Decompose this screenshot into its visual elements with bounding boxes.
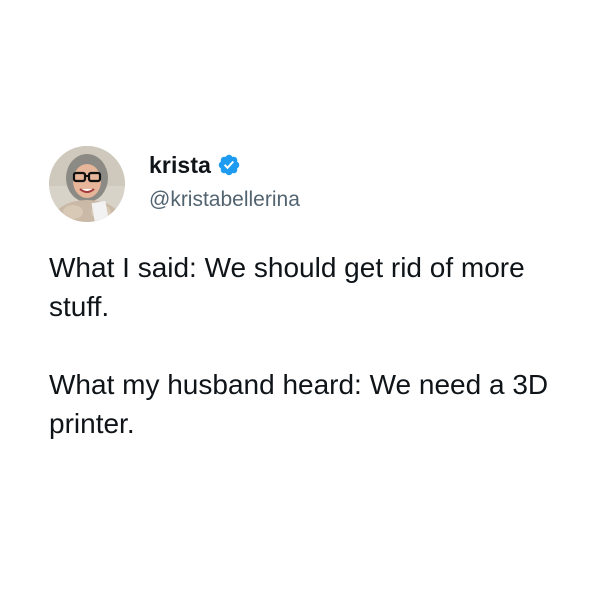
tweet-paragraph: What my husband heard: We need a 3D prin…: [49, 369, 549, 439]
profile-photo: [49, 146, 125, 222]
handle[interactable]: @kristabellerina: [149, 188, 300, 212]
display-name[interactable]: krista: [149, 152, 211, 179]
tweet-text: What I said: We should get rid of more s…: [49, 248, 569, 443]
tweet-card: krista @kristabellerina What I said: We …: [0, 0, 599, 599]
author-row: krista: [149, 150, 241, 180]
tweet-paragraph: What I said: We should get rid of more s…: [49, 252, 525, 322]
avatar[interactable]: [49, 146, 125, 222]
verified-badge-icon: [217, 153, 241, 177]
